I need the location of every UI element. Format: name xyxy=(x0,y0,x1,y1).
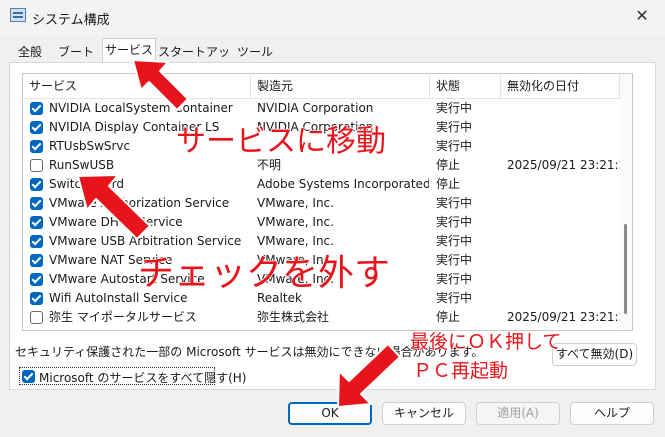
annotation-restart-pc: ＰＣ再起動 xyxy=(412,359,509,383)
service-maker-cell: VMware, Inc. xyxy=(257,196,334,210)
service-date-cell xyxy=(507,175,620,194)
service-checkbox[interactable] xyxy=(30,140,43,153)
service-checkbox[interactable] xyxy=(30,197,43,210)
tab-boot[interactable]: ブート xyxy=(51,40,101,64)
service-status-cell: 停止 xyxy=(436,310,461,324)
service-checkbox[interactable] xyxy=(30,292,43,305)
service-status-cell: 実行中 xyxy=(436,291,473,305)
annotation-uncheck: チェックを外す xyxy=(137,252,391,295)
service-checkbox[interactable] xyxy=(30,121,43,134)
disable-all-button[interactable]: すべて無効(D) xyxy=(552,343,637,366)
tab-startup[interactable]: スタートアップ xyxy=(156,40,232,81)
annotation-press-ok: 最後にＯＫ押して xyxy=(409,330,562,354)
service-date-cell xyxy=(507,118,620,137)
column-header-disabled-date[interactable]: 無効化の日付 xyxy=(501,74,620,98)
service-status-cell: 実行中 xyxy=(436,253,473,267)
service-checkbox[interactable] xyxy=(30,159,43,172)
service-date-cell xyxy=(507,251,620,270)
service-status-cell: 実行中 xyxy=(436,234,473,248)
system-config-icon xyxy=(10,8,26,22)
service-status-cell: 実行中 xyxy=(436,120,473,134)
service-status-cell: 実行中 xyxy=(436,101,473,115)
service-row[interactable]: VMware Authorization Service VMware, Inc.… xyxy=(23,194,620,213)
column-header-row: サービス 製造元 状態 無効化の日付 xyxy=(23,74,620,99)
service-status-cell: 実行中 xyxy=(436,139,473,153)
column-header-service[interactable]: サービス xyxy=(23,74,251,98)
service-row[interactable]: 弥生 マイポータルサービス 弥生株式会社 停止 2025/09/21 23:21:58 xyxy=(23,308,620,327)
service-checkbox[interactable] xyxy=(30,311,43,324)
service-row[interactable]: SwitchBoard Adobe Systems Incorporated 停止 xyxy=(23,175,620,194)
service-maker-cell: VMware, Inc. xyxy=(257,215,334,229)
service-date-cell: 2025/09/21 23:21:58 xyxy=(507,158,620,172)
apply-button[interactable]: 適用(A) xyxy=(476,402,560,425)
tab-tools[interactable]: ツール xyxy=(231,40,279,64)
service-status-cell: 実行中 xyxy=(436,196,473,210)
service-status-cell: 停止 xyxy=(436,177,461,191)
service-name-cell: SwitchBoard xyxy=(49,177,124,191)
service-date-cell xyxy=(507,213,620,232)
hide-ms-label: Microsoft のサービスをすべて隠す(H) xyxy=(39,371,247,385)
title-bar: システム構成 ✕ xyxy=(0,0,665,34)
service-checkbox[interactable] xyxy=(30,235,43,248)
service-checkbox[interactable] xyxy=(30,102,43,115)
service-maker-cell: 弥生株式会社 xyxy=(257,310,330,324)
service-date-cell: 2025/09/21 23:21:58 xyxy=(507,310,620,324)
service-checkbox[interactable] xyxy=(30,216,43,229)
tab-services[interactable]: サービス xyxy=(102,38,156,64)
column-header-status[interactable]: 状態 xyxy=(430,74,501,98)
help-button[interactable]: ヘルプ xyxy=(570,402,654,425)
service-checkbox[interactable] xyxy=(30,254,43,267)
service-checkbox[interactable] xyxy=(30,178,43,191)
ok-button[interactable]: OK xyxy=(288,402,372,425)
service-date-cell xyxy=(507,289,620,308)
service-status-cell: 実行中 xyxy=(436,215,473,229)
service-date-cell xyxy=(507,137,620,156)
service-name-cell: VMware Authorization Service xyxy=(49,196,230,210)
service-checkbox[interactable] xyxy=(30,273,43,286)
service-date-cell xyxy=(507,232,620,251)
service-maker-cell: Adobe Systems Incorporated xyxy=(257,177,429,191)
service-date-cell xyxy=(507,194,620,213)
list-scrollbar[interactable] xyxy=(620,74,632,330)
hide-ms-checkbox-box[interactable] xyxy=(22,370,35,383)
hide-microsoft-services-checkbox[interactable]: Microsoft のサービスをすべて隠す(H) xyxy=(19,367,247,385)
annotation-move-to-services: サービスに移動 xyxy=(175,123,387,160)
service-name-cell: VMware DHCP Service xyxy=(49,215,183,229)
scrollbar-thumb[interactable] xyxy=(624,224,627,314)
cancel-button[interactable]: キャンセル xyxy=(382,402,466,425)
service-status-cell: 実行中 xyxy=(436,272,473,286)
service-date-cell xyxy=(507,270,620,289)
tab-general[interactable]: 全般 xyxy=(9,40,51,64)
close-button[interactable]: ✕ xyxy=(619,0,665,32)
service-status-cell: 停止 xyxy=(436,158,461,172)
service-row[interactable]: VMware DHCP Service VMware, Inc. 実行中 xyxy=(23,213,620,232)
window-title: システム構成 xyxy=(32,13,110,28)
column-header-maker[interactable]: 製造元 xyxy=(251,74,430,98)
service-name-cell: 弥生 マイポータルサービス xyxy=(49,310,197,324)
service-date-cell xyxy=(507,99,620,118)
